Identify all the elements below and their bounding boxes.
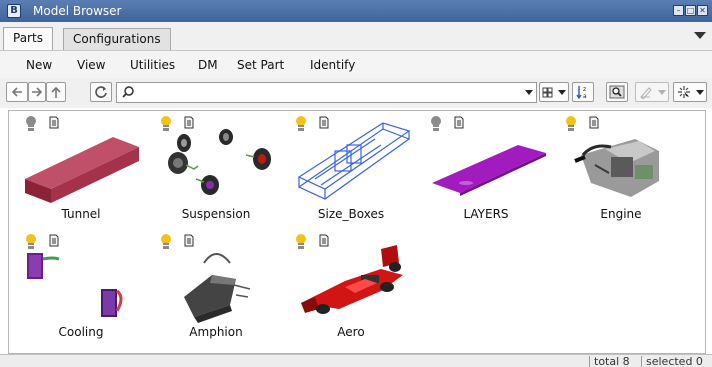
part-tile-engine[interactable]: Engine [555,111,687,231]
forward-button[interactable] [28,82,46,102]
toolbar: za [0,78,712,108]
back-button[interactable] [6,82,28,102]
visibility-bulb-on-icon[interactable] [25,233,37,251]
menu-set-part[interactable]: Set Part [237,58,284,72]
visibility-bulb-on-icon[interactable] [565,115,577,133]
menu-utilities[interactable]: Utilities [130,58,175,72]
part-document-icon[interactable] [184,116,194,129]
menu-new[interactable]: New [26,58,52,72]
amphion-thumbnail [184,253,251,323]
part-document-icon[interactable] [454,116,464,129]
part-document-icon[interactable] [49,116,59,129]
total-count: total 8 [589,356,634,367]
part-document-icon[interactable] [319,116,329,129]
part-label: Amphion [189,325,243,339]
tab-bar: Parts Configurations [0,22,712,50]
menu-bar: New View Utilities DM Set Part Identify [0,50,712,78]
status-bar: total 8 selected 0 [0,354,712,367]
suspension-thumbnail [168,129,271,195]
part-tile-amphion[interactable]: Amphion [150,229,282,349]
find-in-model-button[interactable] [606,82,628,102]
refresh-icon [95,86,107,98]
tunnel-thumbnail [25,137,139,203]
model-browser-app-icon: B [7,4,21,18]
minimize-icon[interactable]: – [673,5,684,16]
part-label: Tunnel [61,207,101,221]
parts-grid: Tunnel Suspension Size_Boxes LAYERS Engi… [8,110,706,354]
display-style-icon [639,87,652,99]
tab-configurations-label: Configurations [73,32,161,46]
part-label: LAYERS [463,207,509,221]
visibility-bulb-on-icon[interactable] [160,115,172,133]
part-tile-tunnel[interactable]: Tunnel [15,111,147,231]
part-tile-layers[interactable]: LAYERS [420,111,552,231]
selection-filter-button[interactable] [673,82,707,102]
part-label: Suspension [181,207,251,221]
find-in-model-icon [609,85,625,99]
tab-parts[interactable]: Parts [3,27,53,50]
visibility-bulb-off-icon[interactable] [25,115,37,133]
refresh-button[interactable] [90,82,112,102]
forward-arrow-icon [32,87,43,97]
sort-button[interactable]: za [572,82,594,102]
selection-filter-icon [677,86,690,98]
title-bar: B Model Browser – □ ✕ [0,0,712,22]
search-field[interactable] [116,82,537,103]
aero-thumbnail [301,245,403,314]
display-style-button[interactable] [635,82,669,102]
svg-text:z: z [583,86,586,93]
tab-configurations[interactable]: Configurations [63,28,171,50]
tab-menu-arrow-icon[interactable] [694,32,706,39]
visibility-bulb-on-icon[interactable] [295,115,307,133]
close-icon[interactable]: ✕ [697,5,708,16]
cooling-thumbnail [27,253,123,317]
part-label: Aero [337,325,365,339]
svg-text:a: a [583,93,587,100]
part-document-icon[interactable] [589,116,599,129]
part-tile-aero[interactable]: Aero [285,229,417,349]
layers-thumbnail [432,145,546,196]
tab-parts-label: Parts [13,31,43,45]
search-history-dropdown-icon[interactable] [525,90,533,95]
view-mode-button[interactable] [539,82,569,102]
up-arrow-icon [51,86,61,98]
visibility-bulb-off-icon[interactable] [430,115,442,133]
part-tile-size-boxes[interactable]: Size_Boxes [285,111,417,231]
view-mode-icon [542,87,553,97]
window-controls: – □ ✕ [673,5,708,16]
menu-view[interactable]: View [77,58,105,72]
part-label: Engine [600,207,642,221]
part-document-icon[interactable] [49,234,59,247]
engine-thumbnail [574,139,659,197]
up-button[interactable] [46,82,66,102]
menu-identify[interactable]: Identify [310,58,355,72]
search-icon [122,86,134,98]
search-input[interactable] [139,84,509,101]
part-label: Size_Boxes [317,207,385,221]
window-title: Model Browser [33,4,122,18]
part-tile-suspension[interactable]: Suspension [150,111,282,231]
display-style-dropdown-icon [657,89,666,95]
part-document-icon[interactable] [184,234,194,247]
view-mode-dropdown-icon [557,89,566,95]
selection-filter-dropdown-icon [695,89,704,95]
size-boxes-thumbnail [297,122,411,200]
part-document-icon[interactable] [319,234,329,247]
part-label: Cooling [58,325,104,339]
maximize-icon[interactable]: □ [685,5,696,16]
visibility-bulb-on-icon[interactable] [160,233,172,251]
back-arrow-icon [11,87,22,97]
selected-count: selected 0 [641,356,707,367]
menu-dm[interactable]: DM [198,58,218,72]
visibility-bulb-on-icon[interactable] [295,233,307,251]
part-tile-cooling[interactable]: Cooling [15,229,147,349]
sort-az-icon: za [576,86,587,100]
